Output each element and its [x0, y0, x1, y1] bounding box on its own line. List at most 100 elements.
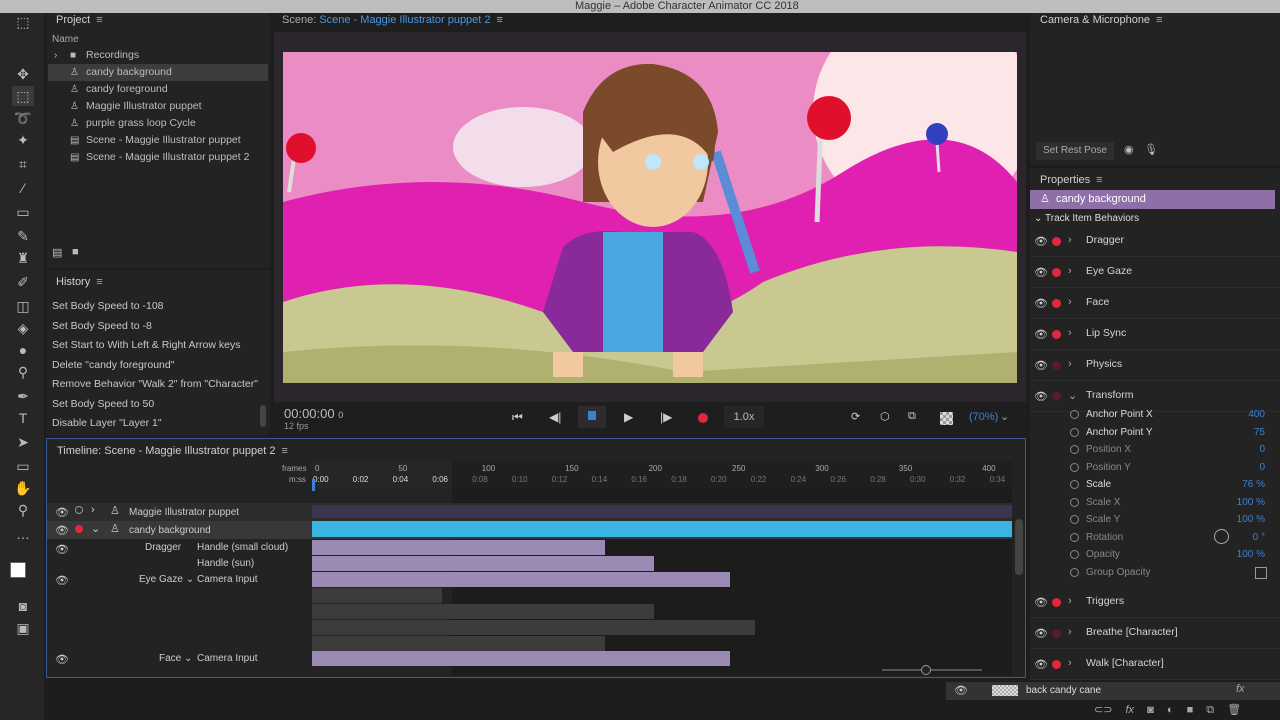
- history-item[interactable]: Set Body Speed to -8: [52, 320, 152, 332]
- history-item[interactable]: Set Body Speed to 50: [52, 398, 154, 410]
- transparency-grid-icon[interactable]: [940, 412, 953, 425]
- trash-icon[interactable]: 🗑: [1227, 704, 1241, 716]
- brush-icon[interactable]: ✎: [12, 226, 34, 246]
- foreground-color-swatch[interactable]: [10, 562, 26, 578]
- move-icon[interactable]: ✥: [12, 64, 34, 84]
- text-icon[interactable]: T: [12, 408, 34, 428]
- cast-icon[interactable]: ⧉: [908, 410, 916, 423]
- playhead[interactable]: [312, 479, 315, 491]
- project-item[interactable]: ♙ Maggie Illustrator puppet: [48, 98, 268, 115]
- behavior-row[interactable]: 👁 › Eye Gaze: [1030, 258, 1280, 288]
- screen-mode-icon[interactable]: ▣: [12, 618, 34, 638]
- healing-icon[interactable]: ▭: [12, 202, 34, 222]
- eye-icon[interactable]: 👁: [55, 574, 69, 587]
- new-folder-icon[interactable]: ■: [72, 246, 79, 258]
- step-back-icon[interactable]: ◀︎|: [549, 410, 561, 424]
- take-bar[interactable]: [312, 651, 730, 666]
- crop-icon[interactable]: ⌗: [12, 154, 34, 174]
- behavior-row[interactable]: 👁 › Dragger: [1030, 227, 1280, 257]
- timeline-zoom-slider[interactable]: [882, 669, 982, 671]
- take-bar[interactable]: [312, 540, 605, 555]
- refresh-icon[interactable]: ⟳: [851, 410, 860, 423]
- history-item[interactable]: Set Start to With Left & Right Arrow key…: [52, 339, 241, 351]
- history-item[interactable]: Disable Layer "Layer 1": [52, 417, 162, 429]
- behavior-row[interactable]: 👁 › Breathe [Character]: [1030, 619, 1280, 649]
- transform-param[interactable]: Opacity 100 %: [1030, 547, 1280, 565]
- zoom-dropdown-icon[interactable]: ⌄: [1000, 410, 1009, 423]
- group-icon[interactable]: ■: [1187, 704, 1194, 716]
- transform-param[interactable]: Anchor Point Y 75: [1030, 425, 1280, 443]
- track-bar[interactable]: [312, 505, 1012, 518]
- history-brush-icon[interactable]: ✐: [12, 272, 34, 292]
- track-row[interactable]: 👁 ⌄ ♙ candy background: [47, 521, 1012, 539]
- mask-icon[interactable]: ◙: [1147, 704, 1154, 716]
- hand-icon[interactable]: ✋: [12, 478, 34, 498]
- history-item[interactable]: Remove Behavior "Walk 2" from "Character…: [52, 378, 258, 390]
- microphone-icon[interactable]: 🎙: [1144, 143, 1158, 156]
- playback-speed[interactable]: 1.0x: [724, 406, 764, 428]
- transform-param[interactable]: Scale Y 100 %: [1030, 512, 1280, 530]
- rectangle-icon[interactable]: ▭: [12, 456, 34, 476]
- fx-icon[interactable]: fx: [1126, 704, 1135, 716]
- new-scene-icon[interactable]: ▤: [52, 246, 62, 259]
- camera-toggle-icon[interactable]: ◉: [1124, 143, 1134, 156]
- new-layer-icon[interactable]: ⧉: [1206, 704, 1214, 716]
- record-button[interactable]: [698, 413, 708, 423]
- project-item[interactable]: › ■ Recordings: [48, 47, 268, 64]
- project-item[interactable]: ♙ purple grass loop Cycle: [48, 115, 268, 132]
- history-item[interactable]: Delete "candy foreground": [52, 359, 174, 371]
- take-bar[interactable]: [312, 620, 755, 635]
- project-item[interactable]: ▤ Scene - Maggie Illustrator puppet 2: [48, 149, 268, 166]
- path-select-icon[interactable]: ➤: [12, 432, 34, 452]
- track-item-behaviors-header[interactable]: ⌄ Track Item Behaviors: [1034, 213, 1139, 224]
- take-bar[interactable]: [312, 556, 654, 571]
- scene-canvas[interactable]: [283, 52, 1017, 383]
- project-item[interactable]: ▤ Scene - Maggie Illustrator puppet: [48, 132, 268, 149]
- take-bar[interactable]: [312, 572, 730, 587]
- zoom-slider-handle[interactable]: [921, 665, 931, 675]
- zoom-level[interactable]: (70%): [969, 411, 998, 423]
- layer-row[interactable]: 👁 back candy cane fx: [946, 682, 1280, 700]
- link-icon[interactable]: ⊂⊃: [1094, 704, 1112, 716]
- stop-button[interactable]: [578, 406, 606, 428]
- transform-param[interactable]: Rotation 0 °: [1030, 528, 1280, 548]
- transform-param[interactable]: Scale 76 %: [1030, 477, 1280, 495]
- project-item[interactable]: ♙ candy foreground: [48, 81, 268, 98]
- play-icon[interactable]: ▶: [624, 410, 633, 424]
- transform-param[interactable]: Group Opacity: [1030, 565, 1280, 583]
- more-icon[interactable]: …: [12, 524, 34, 544]
- take-bar[interactable]: [312, 588, 442, 603]
- step-forward-icon[interactable]: |▶: [660, 410, 672, 424]
- history-item[interactable]: Set Body Speed to -108: [52, 300, 164, 312]
- take-bar[interactable]: [312, 636, 605, 651]
- eraser-icon[interactable]: ◫: [12, 296, 34, 316]
- project-item[interactable]: ♙ candy background: [48, 64, 268, 81]
- quick-mask-icon[interactable]: ◙: [12, 596, 34, 616]
- pen-icon[interactable]: ✒: [12, 386, 34, 406]
- track-row[interactable]: 👁 › ♙ Maggie Illustrator puppet: [47, 503, 1012, 521]
- history-scrollbar[interactable]: [260, 405, 266, 427]
- behavior-row[interactable]: 👁 › Walk [Character]: [1030, 650, 1280, 680]
- 3d-icon[interactable]: ⬡: [880, 410, 890, 423]
- blur-icon[interactable]: ●: [12, 340, 34, 360]
- adjustment-icon[interactable]: ◐: [1167, 704, 1174, 716]
- stamp-icon[interactable]: ♜: [12, 248, 34, 268]
- behavior-row[interactable]: 👁 › Physics: [1030, 351, 1280, 381]
- behavior-row[interactable]: 👁 › Triggers: [1030, 588, 1280, 618]
- timeline-scrollbar[interactable]: [1015, 519, 1023, 575]
- transform-param[interactable]: Scale X 100 %: [1030, 495, 1280, 513]
- transform-param[interactable]: Position X0: [1030, 442, 1280, 460]
- set-rest-pose-button[interactable]: Set Rest Pose: [1036, 142, 1114, 160]
- dodge-icon[interactable]: ⚲: [12, 362, 34, 382]
- eye-icon[interactable]: 👁: [55, 543, 69, 556]
- behavior-row[interactable]: 👁 › Face: [1030, 289, 1280, 319]
- eye-icon[interactable]: 👁: [55, 653, 69, 666]
- behavior-row[interactable]: 👁 › Lip Sync: [1030, 320, 1280, 350]
- name-column-header[interactable]: Name: [52, 34, 79, 45]
- eyedropper-icon[interactable]: ⁄: [12, 178, 34, 198]
- lasso-icon[interactable]: ➰: [12, 108, 34, 128]
- track-bar[interactable]: [312, 521, 1012, 537]
- take-bar[interactable]: [312, 604, 654, 619]
- zoom-icon[interactable]: ⚲: [12, 500, 34, 520]
- bucket-icon[interactable]: ◈: [12, 318, 34, 338]
